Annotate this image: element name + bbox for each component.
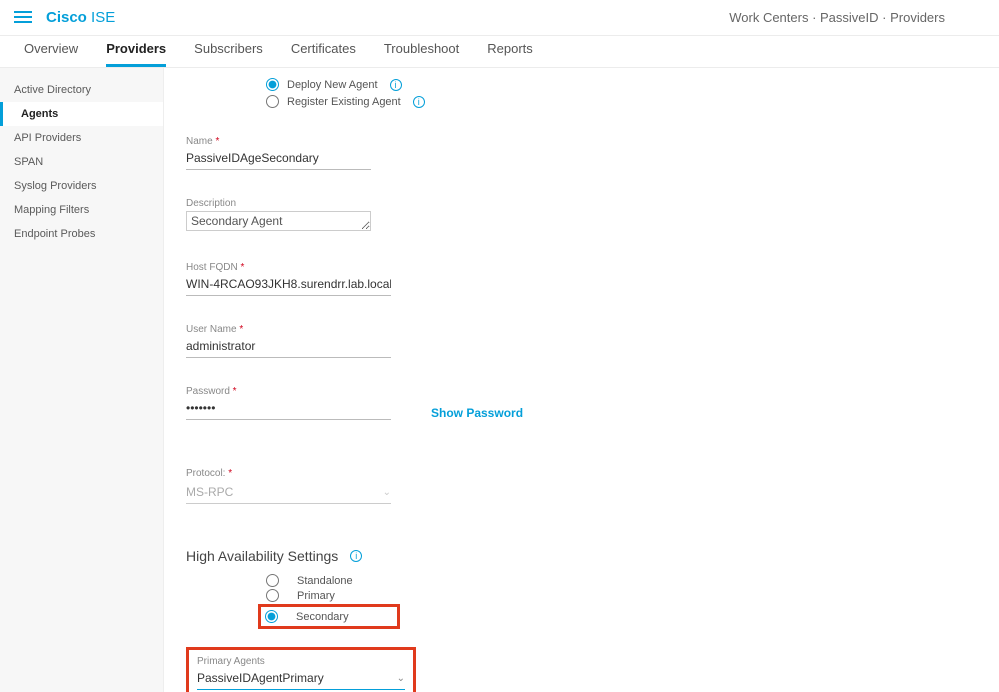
host-input[interactable] xyxy=(186,275,391,296)
desc-input[interactable] xyxy=(186,211,371,231)
brand-strong: Cisco xyxy=(46,9,87,26)
tab-providers[interactable]: Providers xyxy=(106,33,166,67)
agent-form: Deploy New Agent i Register Existing Age… xyxy=(186,78,989,692)
ha-radio-secondary-highlight: Secondary xyxy=(258,604,989,629)
tab-reports[interactable]: Reports xyxy=(487,33,533,67)
radio-register-existing[interactable]: Register Existing Agent i xyxy=(266,95,989,108)
tab-certificates[interactable]: Certificates xyxy=(291,33,356,67)
brand-light: ISE xyxy=(87,9,115,26)
content: Deploy New Agent i Register Existing Age… xyxy=(164,68,999,692)
menu-icon[interactable] xyxy=(14,11,32,25)
show-password-link[interactable]: Show Password xyxy=(431,406,523,420)
sidebar-item-syslog-providers[interactable]: Syslog Providers xyxy=(0,174,163,198)
info-icon[interactable]: i xyxy=(390,79,402,91)
name-label: Name xyxy=(186,136,371,147)
main-tabs: Overview Providers Subscribers Certifica… xyxy=(0,36,999,68)
ha-radio-primary[interactable]: Primary xyxy=(266,589,989,602)
primary-agents-highlight: Primary Agents PassiveIDAgentPrimary ⌄ xyxy=(186,647,416,692)
field-description: Description xyxy=(186,198,371,234)
primary-agents-value: PassiveIDAgentPrimary xyxy=(197,671,324,685)
radio-deploy-new[interactable]: Deploy New Agent i xyxy=(266,78,989,91)
password-row: Password Show Password xyxy=(186,358,989,420)
info-icon[interactable]: i xyxy=(350,550,362,562)
radio-deploy-new-input[interactable] xyxy=(266,78,279,91)
ha-title: High Availability Settings i xyxy=(186,548,989,564)
field-user: User Name xyxy=(186,324,391,358)
sidebar-item-endpoint-probes[interactable]: Endpoint Probes xyxy=(0,222,163,246)
desc-label: Description xyxy=(186,198,371,209)
sidebar-item-agents[interactable]: Agents xyxy=(0,102,163,126)
sidebar-item-api-providers[interactable]: API Providers xyxy=(0,126,163,150)
info-icon[interactable]: i xyxy=(413,96,425,108)
user-input[interactable] xyxy=(186,337,391,358)
ha-secondary-label: Secondary xyxy=(296,611,389,623)
proto-value: MS-RPC xyxy=(186,485,233,499)
pwd-label: Password xyxy=(186,386,391,397)
sidebar-item-active-directory[interactable]: Active Directory xyxy=(0,78,163,102)
sidebar-item-mapping-filters[interactable]: Mapping Filters xyxy=(0,198,163,222)
sidebar-item-span[interactable]: SPAN xyxy=(0,150,163,174)
pwd-input[interactable] xyxy=(186,399,391,420)
primary-agents-label: Primary Agents xyxy=(197,656,405,667)
radio-deploy-new-label: Deploy New Agent xyxy=(287,79,378,91)
proto-label: Protocol: xyxy=(186,468,391,479)
ha-title-text: High Availability Settings xyxy=(186,548,338,564)
ha-radio-secondary-input[interactable] xyxy=(265,610,278,623)
ha-standalone-label: Standalone xyxy=(297,575,353,587)
radio-register-existing-label: Register Existing Agent xyxy=(287,96,401,108)
proto-select[interactable]: MS-RPC ⌄ xyxy=(186,481,391,504)
radio-register-existing-input[interactable] xyxy=(266,95,279,108)
tab-troubleshoot[interactable]: Troubleshoot xyxy=(384,33,459,67)
field-protocol: Protocol: MS-RPC ⌄ xyxy=(186,468,391,504)
breadcrumb: Work Centers · PassiveID · Providers xyxy=(729,10,985,25)
ha-radio-primary-input[interactable] xyxy=(266,589,279,602)
user-label: User Name xyxy=(186,324,391,335)
ha-radio-standalone-input[interactable] xyxy=(266,574,279,587)
chevron-down-icon: ⌄ xyxy=(383,487,391,498)
ha-radio-standalone[interactable]: Standalone xyxy=(266,574,989,587)
tab-overview[interactable]: Overview xyxy=(24,33,78,67)
body: Active Directory Agents API Providers SP… xyxy=(0,68,999,692)
tab-subscribers[interactable]: Subscribers xyxy=(194,33,263,67)
primary-agents-select[interactable]: PassiveIDAgentPrimary ⌄ xyxy=(197,669,405,690)
field-password: Password xyxy=(186,386,391,420)
sidebar: Active Directory Agents API Providers SP… xyxy=(0,68,164,692)
top-bar: Cisco ISE Work Centers · PassiveID · Pro… xyxy=(0,0,999,36)
name-input[interactable] xyxy=(186,149,371,170)
field-name: Name xyxy=(186,136,371,170)
ha-radio-secondary[interactable]: Secondary xyxy=(258,604,400,629)
ha-primary-label: Primary xyxy=(297,590,335,602)
field-host: Host FQDN xyxy=(186,262,391,296)
chevron-down-icon: ⌄ xyxy=(397,673,405,684)
brand-logo: Cisco ISE xyxy=(46,9,115,26)
host-label: Host FQDN xyxy=(186,262,391,273)
